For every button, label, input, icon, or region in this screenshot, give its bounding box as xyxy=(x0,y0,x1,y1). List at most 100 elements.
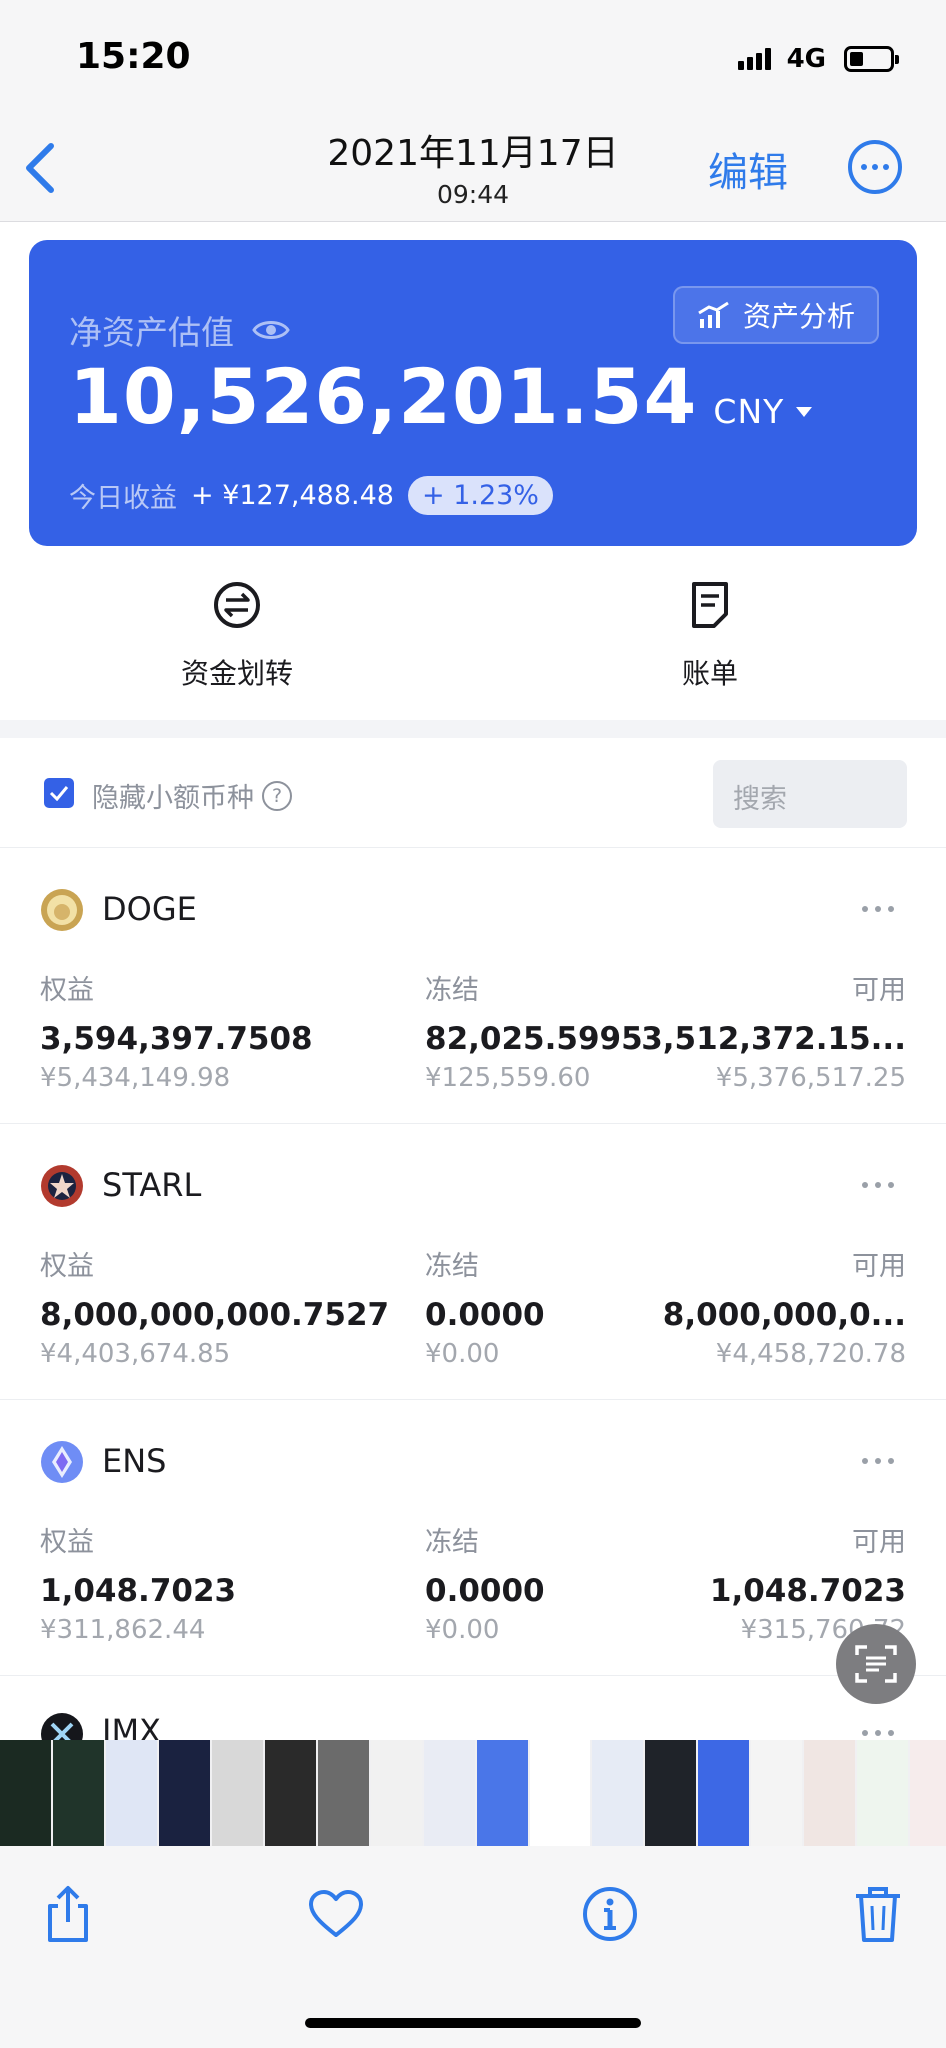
available-column: 可用 8,000,000,0... ¥4,458,720.78 xyxy=(663,1244,906,1369)
frozen-amount: 82,025.5995 xyxy=(425,1021,643,1057)
network-type: 4G xyxy=(786,44,826,74)
available-amount: 3,512,372.15... xyxy=(641,1021,906,1057)
photo-thumbnail[interactable] xyxy=(318,1740,369,1846)
coin-name: ENS xyxy=(102,1442,167,1480)
available-label: 可用 xyxy=(852,1527,906,1558)
transfer-icon xyxy=(214,582,260,628)
photo-thumbnail[interactable] xyxy=(857,1740,908,1846)
frozen-cny: ¥125,559.60 xyxy=(425,1063,591,1093)
frozen-label: 冻结 xyxy=(425,975,479,1006)
live-text-button[interactable] xyxy=(836,1624,916,1704)
bill-button[interactable]: 账单 xyxy=(610,580,810,692)
coin-more-button[interactable] xyxy=(862,906,894,912)
frozen-cny: ¥0.00 xyxy=(425,1615,500,1645)
more-options-button[interactable] xyxy=(848,140,902,194)
coin-more-button[interactable] xyxy=(862,1730,894,1736)
photo-thumbnail[interactable] xyxy=(477,1740,528,1846)
photo-title: 2021年11月17日 09:44 xyxy=(0,124,946,209)
photo-date: 2021年11月17日 xyxy=(327,133,619,174)
share-icon xyxy=(48,1886,88,1942)
equity-label: 权益 xyxy=(40,1251,94,1282)
currency-selector[interactable]: CNY xyxy=(713,392,813,431)
net-asset-label-row: 净资产估值 xyxy=(69,306,290,354)
photo-thumbnail[interactable] xyxy=(751,1740,802,1846)
frozen-column: 冻结 0.0000 ¥0.00 xyxy=(425,1244,545,1369)
equity-cny: ¥4,403,674.85 xyxy=(40,1339,231,1369)
photo-thumbnail[interactable] xyxy=(0,1740,51,1846)
coin-more-button[interactable] xyxy=(862,1458,894,1464)
frozen-column: 冻结 82,025.5995 ¥125,559.60 xyxy=(425,968,643,1093)
photo-thumbnail[interactable] xyxy=(645,1740,696,1846)
photo-thumbnail[interactable] xyxy=(910,1740,946,1846)
fund-transfer-button[interactable]: 资金划转 xyxy=(137,580,337,692)
available-column: 可用 3,512,372.15... ¥5,376,517.25 xyxy=(641,968,906,1093)
hide-small-checkbox[interactable] xyxy=(44,778,74,808)
photo-thumbnail[interactable] xyxy=(212,1740,263,1846)
ellipsis-icon xyxy=(862,1182,868,1188)
frozen-column: 冻结 0.0000 ¥0.00 xyxy=(425,1520,545,1645)
ellipsis-icon xyxy=(862,1458,868,1464)
hide-small-label-row: 隐藏小额币种 ? xyxy=(92,776,292,815)
help-icon[interactable]: ? xyxy=(262,780,292,811)
edit-button[interactable]: 编辑 xyxy=(708,140,788,198)
coin-card-starl[interactable]: STARL 权益 8,000,000,000.7527 ¥4,403,674.8… xyxy=(0,1124,946,1400)
equity-column: 权益 1,048.7023 ¥311,862.44 xyxy=(40,1520,236,1645)
photo-thumbnail-current[interactable] xyxy=(530,1740,590,1846)
filter-row: 隐藏小额币种 ? 搜索 xyxy=(0,740,946,848)
hide-small-label: 隐藏小额币种 xyxy=(92,783,254,814)
search-input[interactable]: 搜索 xyxy=(713,760,907,828)
equity-amount: 3,594,397.7508 xyxy=(40,1021,313,1057)
share-button[interactable] xyxy=(36,1882,100,1946)
photo-header: 15:20 4G 2021年11月17日 09:44 编辑 xyxy=(0,0,946,222)
equity-column: 权益 8,000,000,000.7527 ¥4,403,674.85 xyxy=(40,1244,389,1369)
photo-thumbnail[interactable] xyxy=(159,1740,210,1846)
photo-thumbnail-strip[interactable] xyxy=(0,1740,946,1846)
frozen-cny: ¥0.00 xyxy=(425,1339,500,1369)
today-earnings-percent-badge: + 1.23% xyxy=(407,476,553,515)
heart-icon xyxy=(309,1890,363,1937)
starl-logo-icon xyxy=(41,1165,83,1207)
currency-label: CNY xyxy=(713,392,785,431)
quick-actions: 资金划转 账单 xyxy=(0,580,946,700)
status-time: 15:20 xyxy=(76,36,191,77)
coin-card-imx[interactable]: IMX xyxy=(0,1676,946,1740)
coin-name: IMX xyxy=(102,1712,161,1740)
signal-icon xyxy=(737,48,771,70)
available-label: 可用 xyxy=(852,975,906,1006)
asset-card: 净资产估值 资产分析 10,526,201.54 CNY 今日收益 + ¥127… xyxy=(29,240,917,546)
coin-more-button[interactable] xyxy=(862,1182,894,1188)
section-divider xyxy=(0,720,946,738)
photo-thumbnail[interactable] xyxy=(592,1740,643,1846)
photo-time: 09:44 xyxy=(436,180,510,209)
ellipsis-icon xyxy=(862,906,868,912)
equity-amount: 1,048.7023 xyxy=(40,1573,237,1609)
info-button[interactable] xyxy=(578,1882,642,1946)
photo-thumbnail[interactable] xyxy=(106,1740,157,1846)
favorite-button[interactable] xyxy=(304,1882,368,1946)
frozen-amount: 0.0000 xyxy=(425,1573,545,1609)
home-indicator xyxy=(305,2018,641,2028)
trash-icon xyxy=(856,1887,900,1942)
eye-icon[interactable] xyxy=(252,318,290,342)
delete-button[interactable] xyxy=(846,1882,910,1946)
photo-thumbnail[interactable] xyxy=(804,1740,855,1846)
available-cny: ¥4,458,720.78 xyxy=(715,1339,906,1369)
photo-thumbnail[interactable] xyxy=(424,1740,475,1846)
equity-column: 权益 3,594,397.7508 ¥5,434,149.98 xyxy=(40,968,313,1093)
available-amount: 1,048.7023 xyxy=(709,1573,906,1609)
photo-thumbnail[interactable] xyxy=(698,1740,749,1846)
today-earnings-label: 今日收益 xyxy=(69,483,177,514)
caret-down-icon xyxy=(796,406,813,417)
photo-thumbnail[interactable] xyxy=(53,1740,104,1846)
photo-thumbnail[interactable] xyxy=(265,1740,316,1846)
photo-toolbar xyxy=(0,1846,946,2048)
ens-logo-icon xyxy=(41,1441,83,1483)
asset-analysis-button[interactable]: 资产分析 xyxy=(673,286,879,344)
photo-thumbnail[interactable] xyxy=(371,1740,422,1846)
bill-icon xyxy=(692,582,728,628)
asset-analysis-label: 资产分析 xyxy=(742,300,855,333)
coin-card-ens[interactable]: ENS 权益 1,048.7023 ¥311,862.44 冻结 0.0000 … xyxy=(0,1400,946,1676)
net-asset-label: 净资产估值 xyxy=(69,313,234,352)
net-asset-value: 10,526,201.54 xyxy=(69,352,698,441)
coin-card-doge[interactable]: DOGE 权益 3,594,397.7508 ¥5,434,149.98 冻结 … xyxy=(0,848,946,1124)
